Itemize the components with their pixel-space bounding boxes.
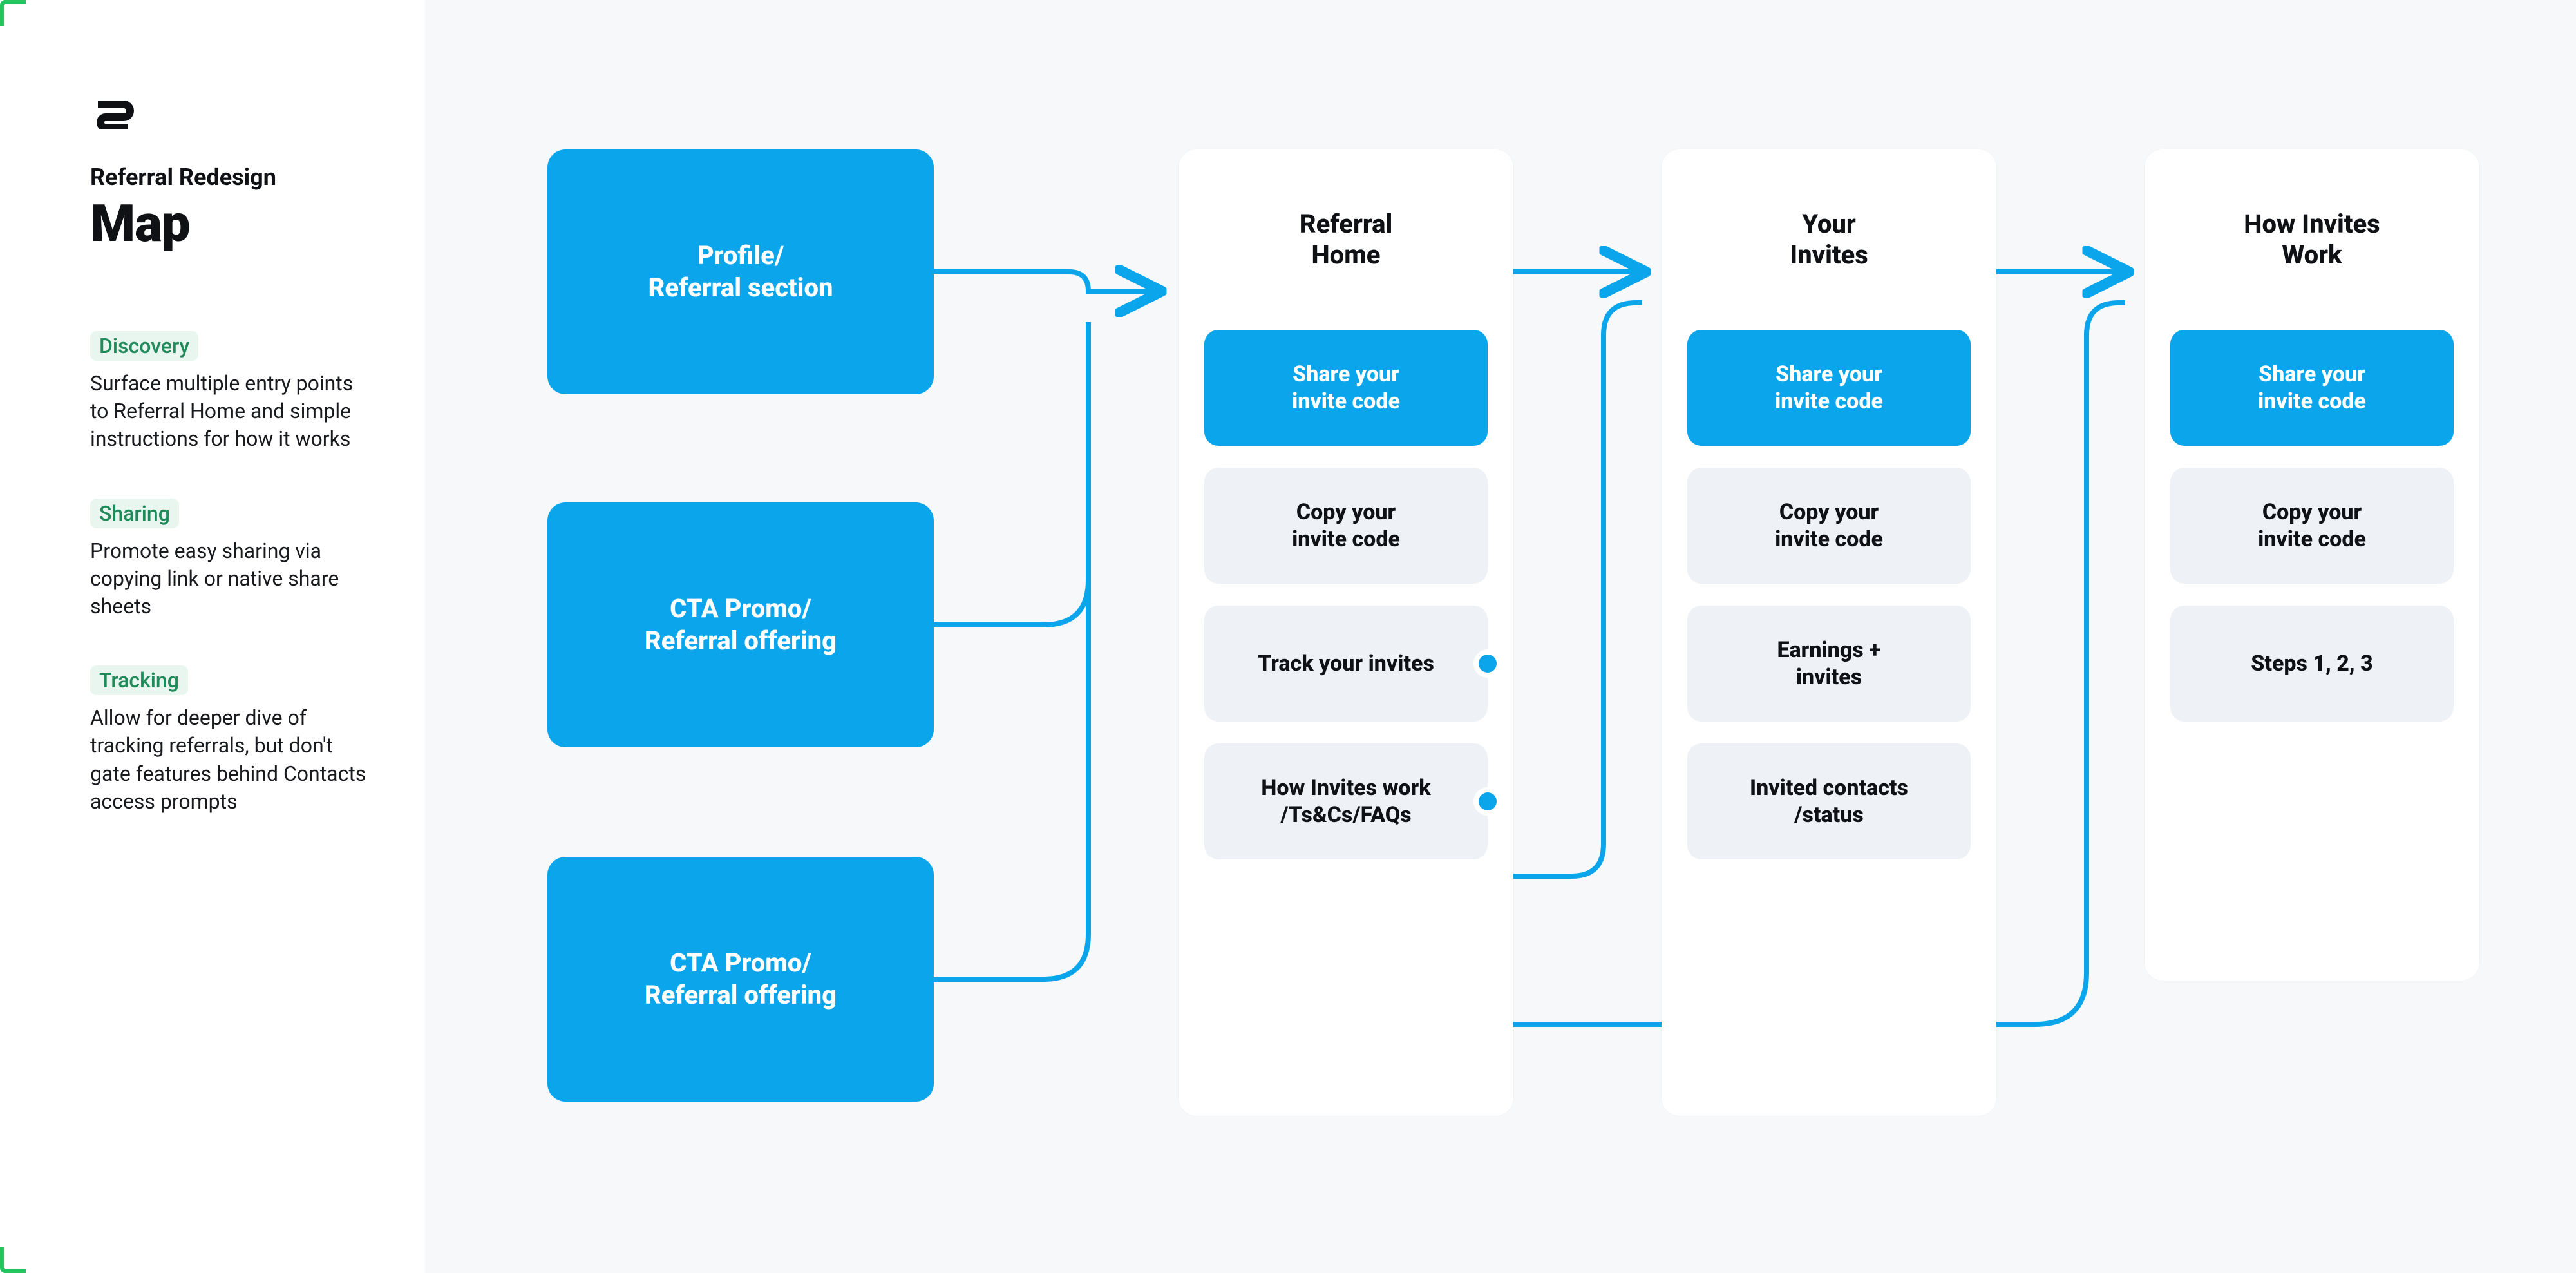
sidebar-section-tracking: Tracking Allow for deeper dive of tracki…	[90, 665, 374, 816]
connector-dot-icon	[1479, 792, 1497, 810]
screen-referral-home: ReferralHome Share yourinvite code Copy …	[1179, 149, 1513, 1116]
canvas: Referral Redesign Map Discovery Surface …	[0, 0, 2576, 1273]
section-label: Sharing	[90, 499, 179, 528]
page-title: Map	[90, 193, 374, 254]
screen-body: Share yourinvite code Copy yourinvite co…	[2145, 330, 2479, 747]
tile-copy-code: Copy yourinvite code	[2170, 468, 2454, 584]
crop-corner-icon	[0, 0, 26, 26]
tile-share-code: Share yourinvite code	[2170, 330, 2454, 446]
connector-dot-icon	[1479, 655, 1497, 673]
entry-profile: Profile/Referral section	[547, 149, 934, 394]
tile-copy-code: Copy yourinvite code	[1687, 468, 1971, 584]
section-body: Allow for deeper dive of tracking referr…	[90, 704, 374, 816]
tile-invited-status: Invited contacts/status	[1687, 743, 1971, 859]
sidebar: Referral Redesign Map Discovery Surface …	[90, 97, 374, 861]
tile-steps: Steps 1, 2, 3	[2170, 606, 2454, 722]
screen-body: Share yourinvite code Copy yourinvite co…	[1662, 330, 1996, 885]
section-body: Promote easy sharing via copying link or…	[90, 537, 374, 621]
tile-label: How Invites work/Ts&Cs/FAQs	[1261, 774, 1430, 829]
tile-earnings: Earnings +invites	[1687, 606, 1971, 722]
screen-body: Share yourinvite code Copy yourinvite co…	[1179, 330, 1513, 885]
screen-title: How InvitesWork	[2145, 149, 2479, 330]
page-subtitle: Referral Redesign	[90, 164, 374, 191]
tile-label: Track your invites	[1258, 650, 1434, 678]
tile-share-code: Share yourinvite code	[1204, 330, 1488, 446]
tile-track-invites: Track your invites	[1204, 606, 1488, 722]
logo-icon	[90, 97, 374, 131]
screen-title: ReferralHome	[1179, 149, 1513, 330]
section-body: Surface multiple entry points to Referra…	[90, 370, 374, 454]
sidebar-section-sharing: Sharing Promote easy sharing via copying…	[90, 499, 374, 621]
entry-cta-promo: CTA Promo/Referral offering	[547, 857, 934, 1102]
tile-how-invites-work: How Invites work/Ts&Cs/FAQs	[1204, 743, 1488, 859]
screen-title: YourInvites	[1662, 149, 1996, 330]
sidebar-section-discovery: Discovery Surface multiple entry points …	[90, 331, 374, 454]
tile-copy-code: Copy yourinvite code	[1204, 468, 1488, 584]
crop-corner-icon	[0, 1247, 26, 1273]
diagram: Profile/Referral section CTA Promo/Refer…	[425, 0, 2576, 1273]
section-label: Tracking	[90, 665, 188, 695]
screen-your-invites: YourInvites Share yourinvite code Copy y…	[1662, 149, 1996, 1116]
tile-share-code: Share yourinvite code	[1687, 330, 1971, 446]
section-label: Discovery	[90, 331, 198, 361]
screen-how-invites-work: How InvitesWork Share yourinvite code Co…	[2145, 149, 2479, 981]
entry-cta-promo: CTA Promo/Referral offering	[547, 503, 934, 747]
